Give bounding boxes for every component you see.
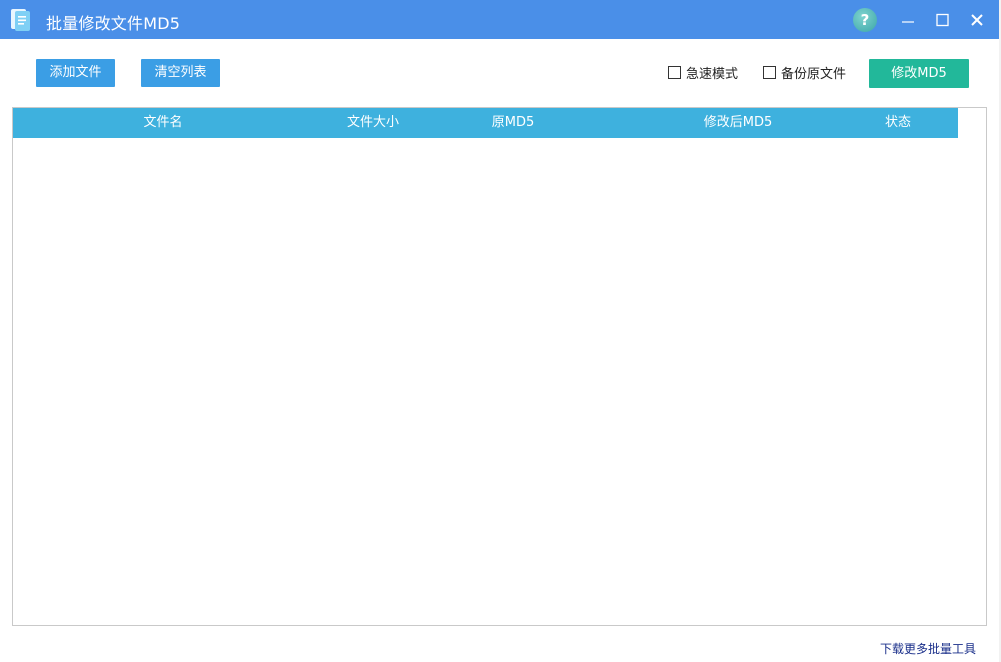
- title-bar[interactable]: 批量修改文件MD5 ?: [0, 0, 999, 39]
- window-title: 批量修改文件MD5: [46, 14, 181, 33]
- download-more-tools-link[interactable]: 下载更多批量工具: [880, 640, 976, 657]
- backup-checkbox-box[interactable]: [763, 65, 776, 79]
- app-icon: [11, 9, 30, 31]
- clear-list-button[interactable]: 清空列表: [141, 59, 220, 87]
- file-table[interactable]: 文件名 文件大小 原MD5 修改后MD5 状态: [12, 107, 987, 626]
- column-header-status[interactable]: 状态: [868, 108, 928, 138]
- fast-mode-label: 急速模式: [686, 66, 739, 82]
- app-window: 批量修改文件MD5 ? 添加文件 清空列表 急速模式 备份原文件 修改MD5 文…: [0, 0, 1001, 662]
- table-body[interactable]: [13, 138, 986, 625]
- column-header-modified-md5[interactable]: 修改后MD5: [673, 108, 803, 138]
- column-header-original-md5[interactable]: 原MD5: [463, 108, 563, 138]
- fast-mode-checkbox[interactable]: 急速模式: [668, 64, 739, 82]
- table-header: 文件名 文件大小 原MD5 修改后MD5 状态: [13, 108, 958, 138]
- close-icon[interactable]: [965, 8, 989, 32]
- backup-checkbox[interactable]: 备份原文件: [763, 64, 847, 82]
- fast-mode-checkbox-box[interactable]: [668, 65, 681, 79]
- backup-label: 备份原文件: [781, 66, 847, 82]
- maximize-icon[interactable]: [930, 8, 954, 32]
- modify-md5-button[interactable]: 修改MD5: [869, 59, 969, 88]
- add-file-button[interactable]: 添加文件: [36, 59, 115, 87]
- help-icon[interactable]: ?: [853, 8, 877, 32]
- column-header-filename[interactable]: 文件名: [113, 108, 213, 138]
- minimize-icon[interactable]: [896, 8, 920, 32]
- column-header-filesize[interactable]: 文件大小: [323, 108, 423, 138]
